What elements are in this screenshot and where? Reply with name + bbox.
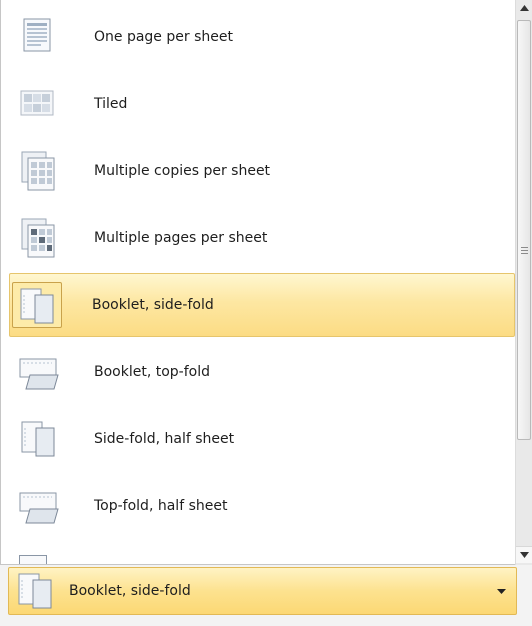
menu-item-one-page-per-sheet[interactable]: One page per sheet — [9, 5, 515, 69]
menu-item-booklet-top-fold[interactable]: Booklet, top-fold — [9, 340, 515, 404]
multiple-copies-icon — [12, 148, 64, 194]
menu-item-label: Booklet, top-fold — [94, 364, 210, 380]
menu-item-top-fold-half-sheet[interactable]: Top-fold, half sheet — [9, 474, 515, 538]
page-layout-dropdown[interactable]: Booklet, side-fold — [8, 567, 517, 615]
dropdown-selected-value: Booklet, side-fold — [69, 583, 191, 599]
booklet-side-fold-icon — [11, 569, 63, 613]
menu-item-label: Side-fold, half sheet — [94, 431, 235, 447]
menu-item-multiple-copies-per-sheet[interactable]: Multiple copies per sheet — [9, 139, 515, 203]
top-fold-half-sheet-icon — [12, 483, 64, 529]
scroll-thumb[interactable] — [517, 20, 531, 440]
page-layout-menu: One page per sheet Tiled Multiple copies… — [0, 0, 515, 565]
menu-item-label: Tiled — [94, 96, 128, 112]
arrow-up-icon — [519, 5, 529, 11]
menu-item-label: Multiple copies per sheet — [94, 163, 271, 179]
menu-item-multiple-pages-per-sheet[interactable]: Multiple pages per sheet — [9, 206, 515, 270]
one-page-per-sheet-icon — [12, 14, 64, 60]
tiled-icon — [12, 81, 64, 127]
menu-item-tiled[interactable]: Tiled — [9, 72, 515, 136]
arrow-down-icon — [519, 552, 529, 558]
grip-icon — [521, 247, 528, 256]
menu-scrollbar[interactable] — [515, 0, 532, 565]
menu-item-label: Multiple pages per sheet — [94, 230, 268, 246]
booklet-top-fold-icon — [12, 349, 64, 395]
menu-item-label: Booklet, side-fold — [92, 297, 214, 313]
multiple-pages-icon — [12, 215, 64, 261]
scroll-up-button[interactable] — [516, 0, 532, 16]
menu-item-booklet-side-fold[interactable]: Booklet, side-fold — [9, 273, 515, 337]
side-fold-half-sheet-icon — [12, 416, 64, 462]
booklet-side-fold-icon — [12, 282, 62, 328]
menu-item-label: One page per sheet — [94, 29, 233, 45]
partial-next-item-icon — [19, 555, 47, 564]
menu-item-side-fold-half-sheet[interactable]: Side-fold, half sheet — [9, 407, 515, 471]
scroll-down-button[interactable] — [516, 546, 532, 563]
chevron-down-icon[interactable] — [486, 588, 516, 594]
menu-item-label: Top-fold, half sheet — [94, 498, 228, 514]
